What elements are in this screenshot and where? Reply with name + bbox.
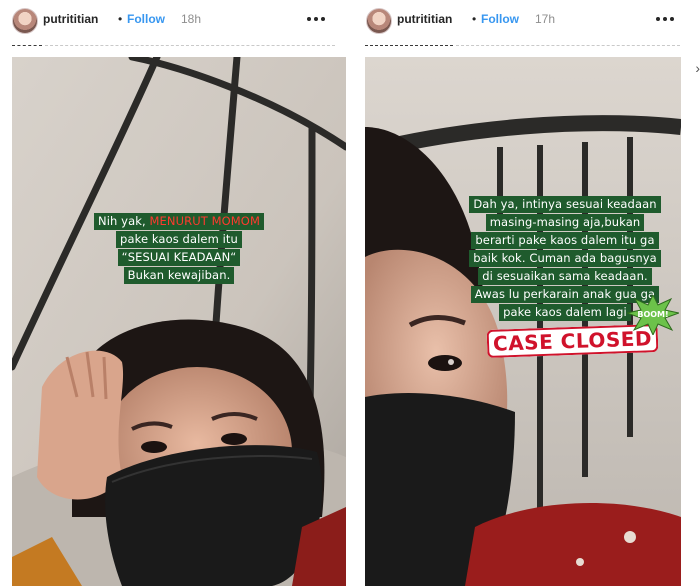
boom-text: BOOM! <box>637 310 668 319</box>
follow-button[interactable]: Follow <box>127 12 165 26</box>
story-progress-bar <box>45 45 335 46</box>
caption-line: Dah ya, intinya sesuai keadaan <box>469 196 661 213</box>
story-header: putrititian • Follow 18h <box>0 0 346 38</box>
story-photo-image <box>12 57 346 586</box>
caption-line: baik kok. Cuman ada bagusnya <box>469 250 661 267</box>
story-header: putrititian • Follow 17h <box>352 0 700 38</box>
username[interactable]: putrititian <box>43 12 98 26</box>
timestamp: 17h <box>535 12 556 26</box>
more-options-icon[interactable] <box>305 8 329 28</box>
caption-line: berarti pake kaos dalem itu ga <box>471 232 659 249</box>
username[interactable]: putrititian <box>397 12 452 26</box>
separator-dot: • <box>472 12 477 26</box>
avatar[interactable] <box>12 8 38 34</box>
avatar[interactable] <box>366 8 392 34</box>
separator-dot: • <box>118 12 123 26</box>
caption-line: Nih yak, MENURUT MOMOM <box>94 213 264 230</box>
story-progress-seen <box>365 45 453 46</box>
story-photo: Dah ya, intinya sesuai keadaan masing-ma… <box>365 57 681 586</box>
story-card-left: putrititian • Follow 18h Nih yak, MENURU… <box>0 0 346 586</box>
follow-button[interactable]: Follow <box>481 12 519 26</box>
story-caption: Nih yak, MENURUT MOMOM pake kaos dalem i… <box>74 212 284 284</box>
caption-line: masing-masing aja,bukan <box>485 214 645 231</box>
boom-sticker: BOOM! <box>627 295 679 335</box>
caption-line: pake kaos dalem itu <box>116 231 242 248</box>
chevron-right-icon[interactable]: › <box>695 60 700 76</box>
story-progress-bar <box>456 45 680 46</box>
story-progress-seen <box>12 45 42 46</box>
story-card-right: putrititian • Follow 17h Dah ya, intinya… <box>352 0 700 586</box>
story-photo: Nih yak, MENURUT MOMOM pake kaos dalem i… <box>12 57 346 586</box>
caption-text: Nih yak, <box>98 214 146 228</box>
caption-line: pake kaos dalem lagi <box>499 304 631 321</box>
timestamp: 18h <box>181 12 202 26</box>
caption-line: “SESUAI KEADAAN“ <box>117 249 241 266</box>
caption-highlight: MENURUT MOMOM <box>149 214 260 228</box>
more-options-icon[interactable] <box>654 8 678 28</box>
caption-line: Bukan kewajiban. <box>123 267 235 284</box>
caption-line: di sesuaikan sama keadaan. <box>478 268 652 285</box>
